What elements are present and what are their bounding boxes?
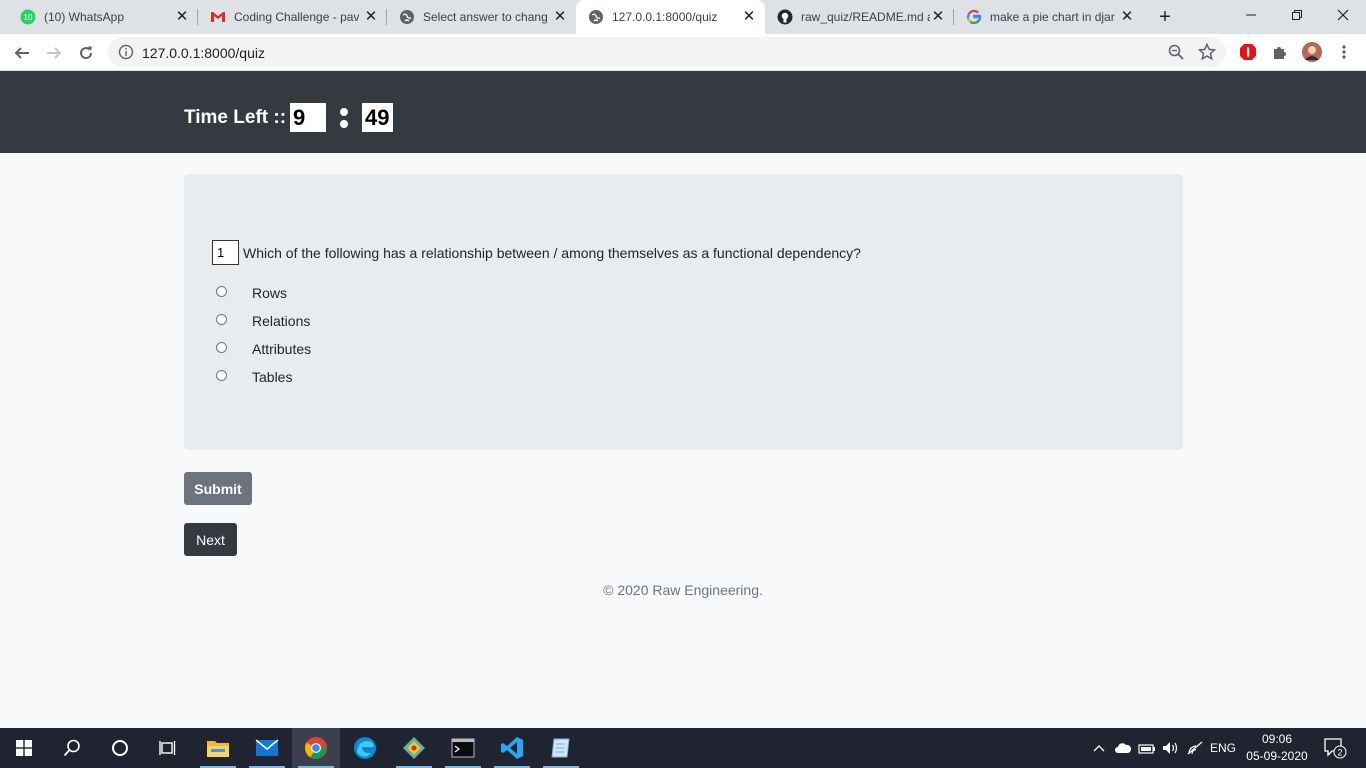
timer-colon (326, 103, 362, 132)
globe-icon (588, 9, 604, 25)
gmail-icon (210, 9, 226, 25)
profile-avatar[interactable] (1302, 42, 1322, 62)
radio-button[interactable] (216, 285, 227, 297)
file-explorer-icon[interactable] (194, 728, 242, 768)
search-icon[interactable] (48, 728, 96, 768)
tab-title: (10) WhatsApp (44, 10, 125, 24)
browser-toolbar: 127.0.0.1:8000/quiz (0, 34, 1366, 71)
adblock-extension-icon[interactable] (1238, 42, 1258, 62)
countdown-timer: Time Left :: 9 49 (184, 103, 393, 132)
tab-title: Coding Challenge - pav (234, 10, 360, 24)
whatsapp-icon: 10 (20, 9, 36, 25)
bookmark-star-icon[interactable] (1197, 42, 1217, 61)
restore-button[interactable] (1274, 0, 1320, 30)
answer-option[interactable]: Tables (216, 367, 292, 385)
notification-center-icon[interactable]: 2 (1320, 728, 1350, 768)
site-info-icon[interactable] (118, 44, 134, 60)
close-tab-icon[interactable]: ✕ (552, 9, 568, 25)
zoom-out-icon[interactable] (1168, 44, 1184, 60)
terminal-icon[interactable] (439, 728, 487, 768)
notification-count: 2 (1337, 748, 1342, 758)
tab-whatsapp[interactable]: 10 (10) WhatsApp ✕ (8, 0, 198, 34)
new-tab-button[interactable]: + (1155, 7, 1175, 27)
minimize-button[interactable] (1228, 0, 1274, 30)
quiz-header-bar: Time Left :: 9 49 (0, 71, 1366, 153)
option-label[interactable]: Attributes (252, 341, 311, 357)
wifi-icon[interactable] (1184, 728, 1206, 768)
vscode-icon[interactable] (488, 728, 536, 768)
question-text: Which of the following has a relationshi… (243, 244, 861, 261)
tab-title: 127.0.0.1:8000/quiz (612, 10, 718, 24)
language-indicator[interactable]: ENG (1206, 728, 1240, 768)
close-tab-icon[interactable]: ✕ (174, 9, 190, 25)
option-label[interactable]: Relations (252, 313, 310, 329)
back-button[interactable] (8, 39, 36, 67)
question-row: 1 Which of the following has a relations… (212, 240, 861, 265)
chrome-taskbar-icon[interactable] (292, 728, 340, 768)
tab-gmail[interactable]: Coding Challenge - pav ✕ (198, 0, 387, 34)
chrome-menu-icon[interactable] (1334, 42, 1354, 62)
url-text: 127.0.0.1:8000/quiz (142, 45, 265, 61)
tab-title: raw_quiz/README.md a (801, 10, 930, 24)
close-window-button[interactable] (1320, 0, 1366, 30)
forward-button[interactable] (40, 39, 68, 67)
volume-icon[interactable] (1160, 728, 1182, 768)
submit-button[interactable]: Submit (184, 472, 252, 505)
show-hidden-icons[interactable] (1090, 728, 1108, 768)
tab-quiz-active[interactable]: 127.0.0.1:8000/quiz ✕ (576, 0, 765, 34)
tab-title: Select answer to chang (423, 10, 548, 24)
task-view-icon[interactable] (144, 728, 192, 768)
radio-button[interactable] (216, 313, 227, 325)
radio-button[interactable] (216, 369, 227, 381)
question-number: 1 (212, 240, 239, 265)
cortana-icon[interactable] (96, 728, 144, 768)
google-icon (966, 9, 982, 25)
github-icon (777, 9, 793, 25)
answer-option[interactable]: Relations (216, 311, 310, 329)
page-footer: © 2020 Raw Engineering. (603, 582, 763, 598)
globe-icon (399, 9, 415, 25)
reload-button[interactable] (72, 39, 100, 67)
tab-title: make a pie chart in djar (990, 10, 1115, 24)
close-tab-icon[interactable]: ✕ (741, 9, 757, 25)
clock-date: 05-09-2020 (1246, 749, 1308, 763)
edge-icon[interactable] (341, 728, 389, 768)
clock-time: 09:06 (1261, 732, 1293, 746)
answer-option[interactable]: Attributes (216, 339, 311, 357)
timer-label: Time Left :: (184, 106, 287, 128)
option-label[interactable]: Tables (252, 369, 292, 385)
battery-icon[interactable] (1136, 728, 1158, 768)
next-button[interactable]: Next (184, 523, 237, 556)
tab-google-search[interactable]: make a pie chart in djar ✕ (954, 0, 1143, 34)
timer-minutes: 9 (290, 103, 327, 132)
browser-tab-strip: 10 (10) WhatsApp ✕ Coding Challenge - pa… (0, 0, 1366, 34)
question-card: 1 Which of the following has a relations… (184, 174, 1183, 450)
start-button[interactable] (0, 728, 48, 768)
system-clock[interactable]: 09:06 05-09-2020 (1240, 731, 1314, 765)
tab-select-answer[interactable]: Select answer to chang ✕ (387, 0, 576, 34)
option-label[interactable]: Rows (252, 285, 287, 301)
address-bar[interactable]: 127.0.0.1:8000/quiz (108, 37, 1226, 67)
extensions-puzzle-icon[interactable] (1270, 42, 1290, 62)
onedrive-icon[interactable] (1112, 728, 1134, 768)
radio-button[interactable] (216, 341, 227, 353)
close-tab-icon[interactable]: ✕ (363, 9, 379, 25)
tab-github[interactable]: raw_quiz/README.md a ✕ (765, 0, 954, 34)
close-tab-icon[interactable]: ✕ (1119, 9, 1135, 25)
mail-icon[interactable] (243, 728, 291, 768)
windows-taskbar: ENG 09:06 05-09-2020 2 (0, 728, 1366, 768)
answer-option[interactable]: Rows (216, 283, 287, 301)
timer-seconds: 49 (362, 103, 393, 132)
close-tab-icon[interactable]: ✕ (930, 9, 946, 25)
git-kraken-icon[interactable] (390, 728, 438, 768)
svg-text:10: 10 (24, 13, 33, 22)
notepad-app-icon[interactable] (537, 728, 585, 768)
